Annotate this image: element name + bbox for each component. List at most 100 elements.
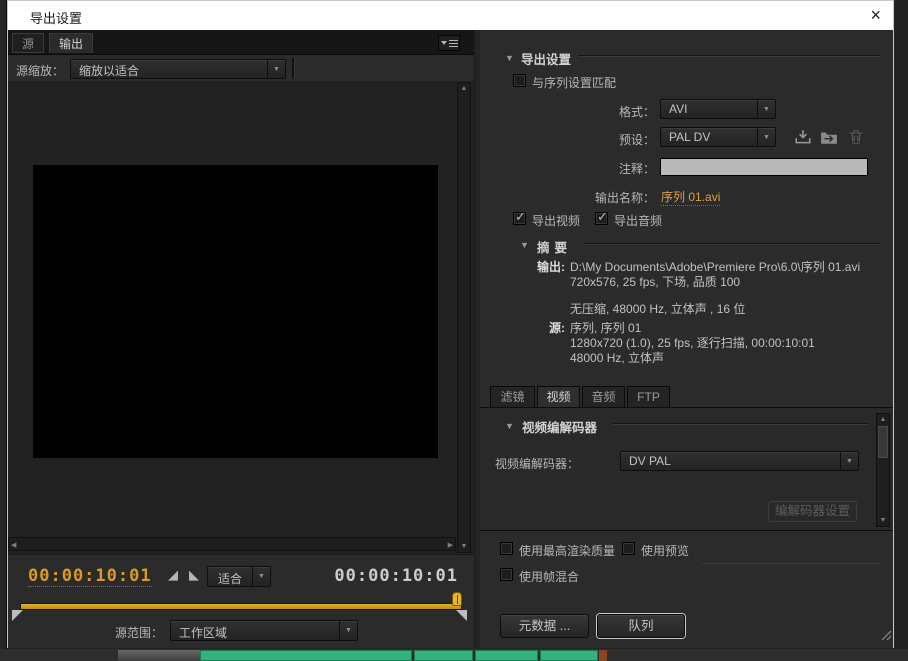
summary-section-title: 摘要 bbox=[537, 237, 572, 256]
out-point-handle[interactable] bbox=[456, 610, 467, 621]
scroll-left-icon[interactable]: ◀ bbox=[11, 541, 16, 549]
tab-output[interactable]: 输出 bbox=[49, 33, 93, 53]
in-point-handle[interactable] bbox=[12, 610, 23, 621]
codec-settings-button: 编解码器设置 bbox=[768, 501, 857, 522]
comment-label: 注释： bbox=[585, 160, 655, 177]
match-sequence-checkbox[interactable] bbox=[513, 74, 526, 87]
dialog-body: 源 输出 源缩放： 缩放以适合 ▼ bbox=[8, 30, 893, 648]
timeline-clip bbox=[200, 650, 412, 661]
playhead-marker[interactable] bbox=[452, 592, 462, 606]
export-video-checkbox[interactable]: ✓ bbox=[513, 212, 526, 225]
options-divider bbox=[702, 563, 880, 564]
zoom-level-dropdown[interactable]: 适合 ▼ bbox=[207, 566, 271, 587]
check-icon: ✓ bbox=[515, 209, 526, 225]
tab-ftp[interactable]: FTP bbox=[627, 386, 670, 407]
video-codec-dropdown[interactable]: DV PAL ▼ bbox=[620, 451, 859, 471]
scroll-down-icon[interactable]: ▼ bbox=[877, 517, 889, 524]
format-value: AVI bbox=[661, 100, 757, 118]
panel-menu-triangle-icon bbox=[441, 41, 447, 45]
queue-button[interactable]: 队列 bbox=[597, 614, 685, 638]
timeline-clip bbox=[599, 650, 607, 661]
preview-vertical-scrollbar[interactable]: ▲ ▼ bbox=[457, 82, 471, 553]
background-app-toolbar bbox=[0, 0, 7, 661]
scroll-down-icon[interactable]: ▼ bbox=[458, 543, 470, 550]
disclosure-triangle-icon[interactable]: ▼ bbox=[505, 53, 514, 63]
source-scaling-value: 缩放以适合 bbox=[71, 60, 267, 78]
tab-filters[interactable]: 滤镜 bbox=[490, 386, 535, 407]
max-render-quality-checkbox[interactable] bbox=[500, 542, 513, 555]
preview-pane: 源 输出 源缩放： 缩放以适合 ▼ bbox=[8, 30, 474, 648]
max-render-quality-label: 使用最高渲染质量 bbox=[519, 542, 615, 559]
frame-blending-checkbox[interactable] bbox=[500, 568, 513, 581]
resize-grip[interactable] bbox=[878, 626, 892, 642]
scroll-up-icon[interactable]: ▲ bbox=[458, 85, 470, 92]
match-sequence-label: 与序列设置匹配 bbox=[532, 74, 616, 91]
summary-output-video-info: 720x576, 25 fps, 下场, 品质 100 bbox=[570, 273, 740, 290]
dropdown-arrow-icon: ▼ bbox=[267, 60, 285, 78]
import-preset-icon[interactable] bbox=[820, 129, 838, 145]
preset-dropdown[interactable]: PAL DV ▼ bbox=[660, 127, 776, 147]
splitter-handle[interactable] bbox=[292, 58, 294, 79]
settings-pane: ▼ 导出设置 与序列设置匹配 格式： AVI ▼ 预设： PAL DV ▼ bbox=[480, 30, 893, 648]
disclosure-triangle-icon[interactable]: ▼ bbox=[505, 421, 514, 431]
section-divider bbox=[578, 55, 880, 57]
frame-blending-label: 使用帧混合 bbox=[519, 568, 579, 585]
transport-controls: 00:00:10:01 ◢ ◣ 适合 ▼ 00:00:10:01 源范围： 工作… bbox=[8, 556, 474, 648]
use-previews-checkbox[interactable] bbox=[622, 542, 635, 555]
timeline-clip bbox=[414, 650, 473, 661]
zoom-level-value: 适合 bbox=[208, 567, 252, 586]
video-tab-content: ▼ 视频编解码器 视频编解码器： DV PAL ▼ 编解码器设置 ▲ ▼ bbox=[480, 407, 893, 531]
dropdown-arrow-icon: ▼ bbox=[252, 567, 270, 586]
scroll-right-icon[interactable]: ▶ bbox=[448, 541, 453, 549]
dialog-title: 导出设置 bbox=[30, 8, 82, 27]
tab-audio[interactable]: 音频 bbox=[582, 386, 625, 407]
source-scaling-label: 源缩放： bbox=[16, 62, 64, 79]
video-codec-section-title: 视频编解码器 bbox=[522, 417, 597, 436]
metadata-button[interactable]: 元数据 ... bbox=[500, 614, 589, 638]
video-codec-label: 视频编解码器： bbox=[495, 455, 579, 472]
save-preset-icon[interactable] bbox=[794, 129, 812, 145]
format-dropdown[interactable]: AVI ▼ bbox=[660, 99, 776, 119]
tab-source[interactable]: 源 bbox=[12, 33, 44, 53]
settings-vertical-scrollbar[interactable]: ▲ ▼ bbox=[876, 413, 890, 527]
delete-preset-icon bbox=[847, 129, 865, 145]
source-range-label: 源范围： bbox=[115, 624, 163, 641]
set-in-point-button[interactable]: ◢ bbox=[168, 567, 178, 583]
background-timeline-strip bbox=[0, 649, 908, 661]
tab-video[interactable]: 视频 bbox=[537, 386, 580, 407]
export-audio-label: 导出音频 bbox=[614, 212, 662, 229]
timeline-clip bbox=[475, 650, 538, 661]
dropdown-arrow-icon: ▼ bbox=[840, 452, 858, 470]
timeline-clip bbox=[540, 650, 598, 661]
scroll-up-icon[interactable]: ▲ bbox=[877, 416, 889, 423]
disclosure-triangle-icon[interactable]: ▼ bbox=[520, 240, 529, 250]
summary-source-label: 源: bbox=[505, 319, 565, 336]
comment-input[interactable] bbox=[660, 158, 868, 176]
output-name-label: 输出名称： bbox=[565, 189, 655, 206]
scrollbar-thumb[interactable] bbox=[878, 426, 888, 458]
video-preview-area: ▲ ▼ ◀ ▶ bbox=[8, 81, 474, 555]
export-settings-screen: 导出设置 × 源 输出 源缩放： 缩放以适合 bbox=[0, 0, 908, 661]
export-audio-checkbox[interactable]: ✓ bbox=[595, 212, 608, 225]
preset-label: 预设： bbox=[585, 131, 655, 148]
export-settings-dialog: 导出设置 × 源 输出 源缩放： 缩放以适合 bbox=[7, 0, 894, 648]
dropdown-arrow-icon: ▼ bbox=[757, 100, 775, 118]
source-tabbar: 源 输出 bbox=[8, 30, 474, 55]
source-scaling-row: 源缩放： 缩放以适合 ▼ bbox=[8, 56, 474, 81]
export-video-label: 导出视频 bbox=[532, 212, 580, 229]
preset-value: PAL DV bbox=[661, 128, 757, 146]
dropdown-arrow-icon: ▼ bbox=[339, 621, 357, 640]
close-icon[interactable]: × bbox=[870, 4, 881, 26]
source-scaling-dropdown[interactable]: 缩放以适合 ▼ bbox=[70, 59, 286, 79]
set-out-point-button[interactable]: ◣ bbox=[189, 567, 199, 583]
preview-horizontal-scrollbar[interactable]: ◀ ▶ bbox=[8, 537, 456, 551]
timeline-clip bbox=[118, 650, 200, 661]
video-frame bbox=[33, 165, 438, 458]
source-range-value: 工作区域 bbox=[171, 621, 339, 640]
scrubber-bar[interactable] bbox=[20, 603, 462, 610]
panel-menu-icon[interactable] bbox=[438, 35, 460, 51]
current-timecode[interactable]: 00:00:10:01 bbox=[28, 566, 152, 587]
source-range-dropdown[interactable]: 工作区域 ▼ bbox=[170, 620, 358, 641]
export-settings-section-title: 导出设置 bbox=[521, 49, 571, 68]
output-name-link[interactable]: 序列 01.avi bbox=[661, 188, 720, 206]
